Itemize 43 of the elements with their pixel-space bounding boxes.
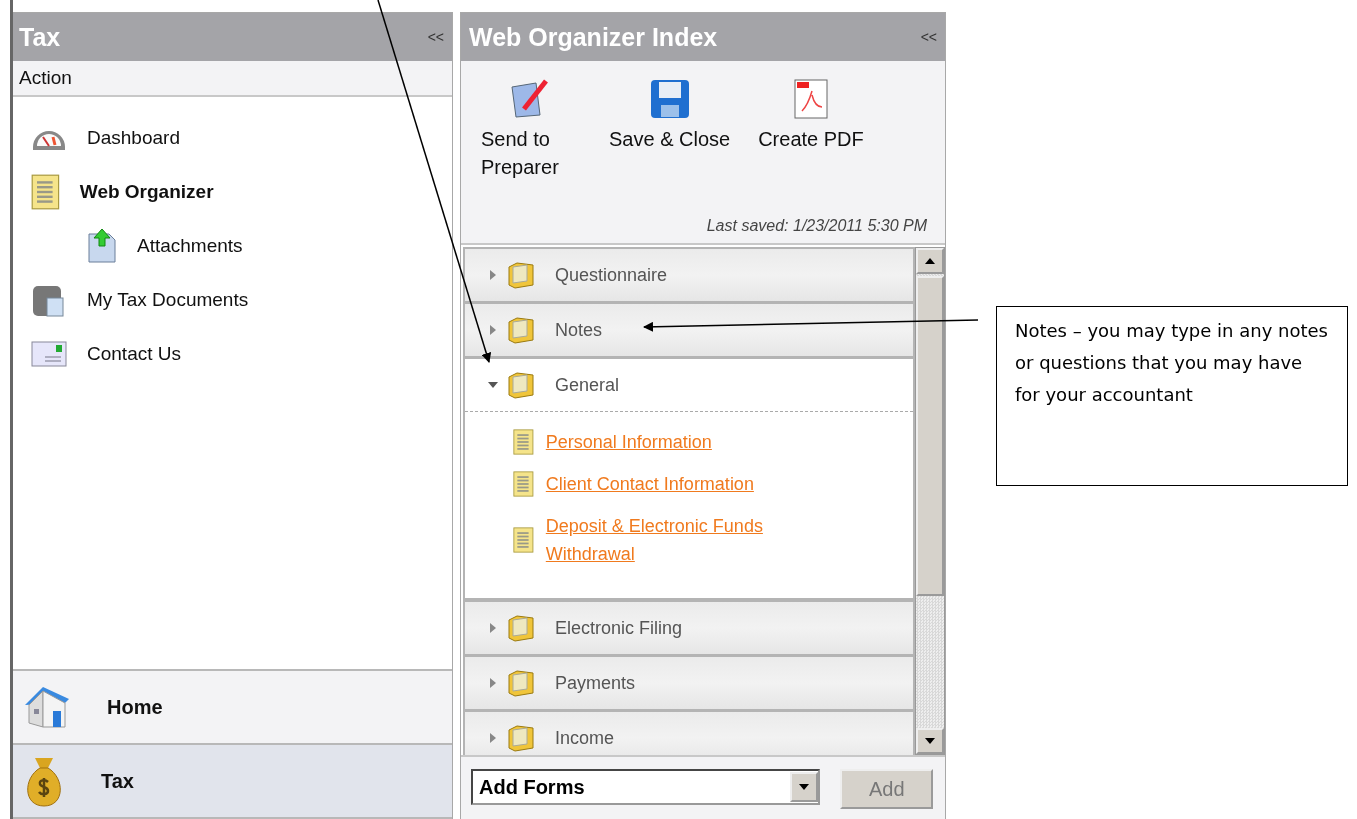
folder-icon — [507, 724, 535, 752]
scroll-up-button[interactable] — [916, 248, 944, 274]
upload-document-icon — [87, 228, 117, 264]
module-tab[interactable]: Home — [11, 671, 452, 745]
folder-icon — [507, 261, 535, 289]
document-icon — [513, 471, 534, 497]
nav-item[interactable]: My Tax Documents — [31, 273, 249, 327]
tree-section[interactable]: Questionnaire — [465, 249, 913, 301]
envelope-icon — [31, 340, 67, 368]
callout-text: Notes – you may type in any notes or questions that you may have for your accountant — [996, 306, 1348, 486]
nav-item[interactable]: Web Organizer — [31, 165, 214, 219]
panel-title: Web Organizer Index — [469, 22, 718, 52]
caret-up-icon — [924, 257, 936, 265]
caret-down-icon — [924, 737, 936, 745]
panel-title: Tax — [19, 22, 61, 52]
tree-section[interactable]: Payments — [465, 657, 913, 709]
tree-section[interactable]: Electronic Filing — [465, 602, 913, 654]
collapse-button[interactable]: << — [920, 29, 937, 45]
module-tab[interactable]: Tax — [11, 745, 452, 819]
nav-item[interactable]: Attachments — [31, 219, 243, 273]
document-icon — [513, 429, 534, 455]
document-icon — [513, 527, 534, 553]
tree-section[interactable]: Notes — [465, 304, 913, 356]
toolbar-button[interactable]: Save & Close — [609, 79, 731, 181]
document-icon — [31, 174, 60, 210]
toolbar-button[interactable]: Send to Preparer — [481, 79, 581, 181]
last-saved-text: Last saved: 1/23/2011 5:30 PM — [706, 217, 927, 235]
add-forms-dropdown[interactable]: Add Forms — [471, 769, 821, 805]
nav-item[interactable]: Dashboard — [31, 111, 180, 165]
folder-icon — [507, 316, 535, 344]
folder-icon — [507, 371, 535, 399]
nav-item[interactable]: Contact Us — [31, 327, 181, 381]
tree-section[interactable]: General — [465, 359, 913, 412]
caret-down-icon — [798, 783, 811, 791]
scrollbar[interactable] — [915, 247, 945, 755]
scroll-down-button[interactable] — [916, 728, 944, 754]
collapse-button[interactable]: << — [427, 29, 444, 45]
toolbar-button[interactable]: Create PDF — [758, 79, 864, 181]
pdf-file-icon — [793, 79, 828, 119]
folder-icon — [507, 669, 535, 697]
tree-section[interactable]: Income — [465, 712, 913, 755]
folder-icon — [507, 614, 535, 642]
section-title: Action — [19, 67, 72, 89]
